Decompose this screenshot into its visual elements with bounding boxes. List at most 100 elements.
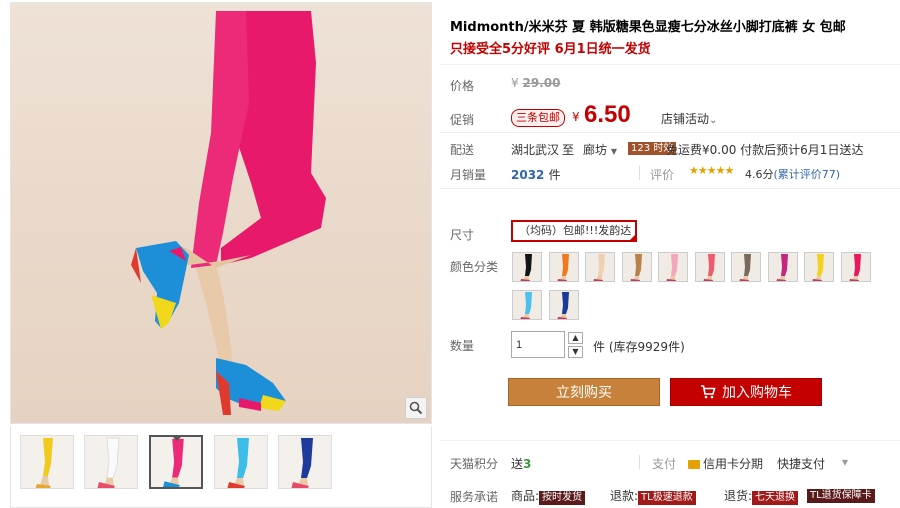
color-swatch[interactable] <box>512 252 542 282</box>
ship-from: 湖北武汉 <box>511 143 560 157</box>
service-return-card[interactable]: TL退货保障卡 <box>807 487 875 503</box>
color-swatch[interactable] <box>621 252 652 282</box>
color-swatch[interactable] <box>512 290 542 320</box>
swatch-image <box>520 254 532 281</box>
color-swatch[interactable] <box>585 252 615 282</box>
credit-card-icon <box>688 460 700 469</box>
return-guarantee-badge: TL退货保障卡 <box>807 489 875 503</box>
swatch-image <box>703 254 715 281</box>
color-label: 颜色分类 <box>450 260 499 274</box>
service-item-prefix: 退货: <box>724 489 753 503</box>
swatch-image <box>520 292 532 319</box>
sales-count: 2032 件 <box>511 166 561 183</box>
thumbnail-yellow[interactable] <box>20 435 74 489</box>
express-pay[interactable]: 快捷支付 <box>777 455 825 472</box>
thumbnail-sky-blue[interactable] <box>214 435 268 489</box>
size-option-text: （均码）包邮!!!发韵达 <box>519 224 632 237</box>
stock-count: (库存9929件) <box>608 340 685 354</box>
service-item-prefix: 退款: <box>610 489 639 503</box>
swatch-image <box>739 254 751 281</box>
thumbnail-image <box>227 438 249 488</box>
divider <box>440 188 900 189</box>
shipping-details: 免运费¥0.00 付款后预计6月1日送达 <box>666 143 864 157</box>
quantity-unit: 件 <box>593 340 606 354</box>
thumbnail-white[interactable] <box>84 435 138 489</box>
color-swatch[interactable] <box>658 252 688 282</box>
swatch-image <box>593 254 605 281</box>
swatch-image <box>666 254 678 281</box>
quantity-decrease-button[interactable]: ▼ <box>568 346 583 358</box>
divider <box>440 64 900 65</box>
rating-summary[interactable]: 4.6分(累计评价77) <box>745 166 840 182</box>
original-price-value: 29.00 <box>522 76 561 90</box>
reviews-prefix: (累计评价 <box>773 168 822 181</box>
color-swatch[interactable] <box>548 252 579 282</box>
rating-label: 评价 <box>650 168 675 182</box>
shop-activity-dropdown[interactable]: 店铺活动⌄ <box>661 110 717 127</box>
quantity-label: 数量 <box>450 339 475 353</box>
buy-now-button[interactable]: 立刻购买 <box>508 378 660 406</box>
swatch-image <box>776 254 788 281</box>
divider <box>639 166 640 180</box>
rating-score: 4.6分 <box>745 168 774 181</box>
payment-dropdown-icon[interactable]: ▾ <box>842 455 848 469</box>
shipping-label: 配送 <box>450 143 475 157</box>
ship-to-word: 至 <box>562 143 575 157</box>
thumbnail-pink[interactable] <box>149 435 203 489</box>
credit-card-installment[interactable]: 信用卡分期 <box>688 455 763 472</box>
main-product-image[interactable] <box>10 2 432 424</box>
service-return[interactable]: 退货: 七天退换 <box>724 487 799 505</box>
cart-icon <box>701 385 716 399</box>
quantity-input[interactable] <box>511 331 565 358</box>
divider <box>440 440 900 441</box>
color-swatch[interactable] <box>840 252 871 282</box>
add-to-cart-button[interactable]: 加入购物车 <box>670 378 822 406</box>
service-label: 服务承诺 <box>450 490 499 504</box>
product-title: Midmonth/米米芬 夏 韩版糖果色显瘦七分冰丝小脚打底裤 女 包邮 <box>450 20 846 35</box>
points-value: 3 <box>523 457 532 471</box>
size-label: 尺寸 <box>450 228 475 242</box>
thumbnail-strip <box>10 426 432 508</box>
ship-to-city: 廊坊 <box>583 143 608 157</box>
ship-to-dropdown[interactable]: 廊坊 ▼ <box>583 141 617 158</box>
swatch-image <box>630 254 642 281</box>
promo-label: 促销 <box>450 113 475 127</box>
currency-symbol: ¥ <box>511 76 519 90</box>
sales-label: 月销量 <box>450 168 487 182</box>
thumbnail-image <box>97 437 120 488</box>
leggings-photo <box>131 11 326 415</box>
size-option-selected[interactable]: （均码）包邮!!!发韵达 <box>511 220 637 242</box>
color-swatch[interactable] <box>694 252 725 282</box>
on-time-shipping-badge: 按时发货 <box>539 491 586 505</box>
points-prefix: 送 <box>511 457 524 471</box>
service-refund[interactable]: 退款: TL极速退款 <box>610 487 696 505</box>
chevron-down-icon: ⌄ <box>709 115 718 126</box>
service-item-prefix: 商品: <box>511 489 540 503</box>
color-swatch[interactable] <box>767 252 798 282</box>
color-swatch[interactable] <box>804 252 834 282</box>
color-swatch[interactable] <box>731 252 761 282</box>
quantity-increase-button[interactable]: ▲ <box>568 332 583 344</box>
product-subtitle: 只接受全5分好评 6月1日统一发货 <box>450 42 651 57</box>
fast-refund-badge: TL极速退款 <box>638 491 696 505</box>
rating-stars: ★★★★★ <box>689 164 734 177</box>
zoom-button[interactable] <box>405 397 427 419</box>
selected-check-corner <box>629 234 635 240</box>
thumbnail-image <box>291 438 313 488</box>
reviews-suffix: ) <box>835 168 841 181</box>
shop-activity-label: 店铺活动 <box>661 112 710 126</box>
service-shipping[interactable]: 商品: 按时发货 <box>511 487 586 505</box>
currency-symbol: ¥ <box>572 110 580 124</box>
divider <box>440 132 900 133</box>
color-swatch[interactable] <box>548 290 579 320</box>
thumbnail-navy[interactable] <box>278 435 332 489</box>
tmall-points: 送3 <box>511 455 531 472</box>
credit-card-label: 信用卡分期 <box>703 457 764 471</box>
promo-price: 6.50 <box>584 101 631 128</box>
swatch-image <box>557 254 569 281</box>
payment-label: 支付 <box>652 457 677 471</box>
promo-tag[interactable]: 三条包邮 <box>511 109 565 127</box>
thumbnail-image <box>35 438 53 488</box>
tmall-points-label: 天猫积分 <box>450 457 499 471</box>
swatch-image <box>557 292 569 319</box>
